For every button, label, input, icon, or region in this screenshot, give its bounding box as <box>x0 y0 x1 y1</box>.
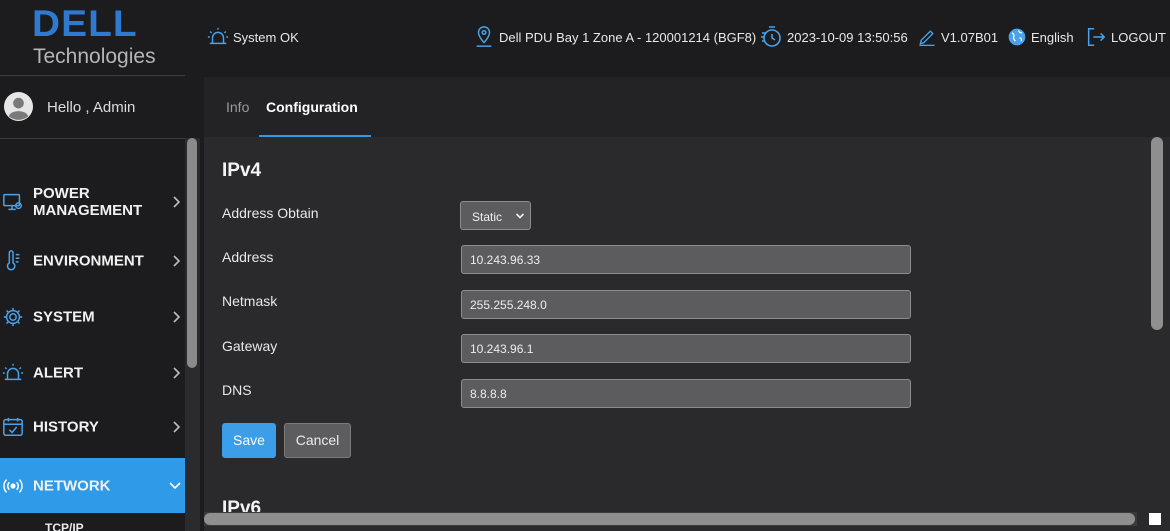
device-location: Dell PDU Bay 1 Zone A - 120001214 (BGF8) <box>473 25 756 49</box>
sidebar-item-label: ALERT <box>33 364 83 382</box>
dns-label: DNS <box>222 382 252 398</box>
firmware-version-text: V1.07B01 <box>941 29 999 45</box>
scroll-corner <box>1149 513 1161 525</box>
chevron-right-icon <box>173 255 181 267</box>
device-datetime: 2023-10-09 13:50:56 <box>759 25 908 49</box>
brand-name: DELL <box>32 3 138 44</box>
sidebar-item-label: ENVIRONMENT <box>33 252 144 270</box>
sidebar: DELL Technologies Hello , Admin POWER MA… <box>0 0 185 531</box>
gear-icon <box>3 307 23 327</box>
device-datetime-text: 2023-10-09 13:50:56 <box>787 29 908 45</box>
sidebar-scrollbar[interactable] <box>185 138 200 531</box>
active-tab-indicator <box>259 135 371 137</box>
config-panel: Info Configuration IPv4 Address Obtain S… <box>204 77 1170 531</box>
broadcast-icon <box>3 478 23 493</box>
gateway-label: Gateway <box>222 338 278 354</box>
gateway-input[interactable] <box>461 334 911 363</box>
chevron-down-icon <box>515 213 525 219</box>
alarm-light-icon <box>2 363 24 381</box>
vertical-scrollbar-thumb[interactable] <box>1151 137 1163 330</box>
language-selector[interactable]: English <box>1007 25 1074 49</box>
system-status: System OK <box>207 25 299 49</box>
netmask-label: Netmask <box>222 293 278 309</box>
tab-configuration[interactable]: Configuration <box>266 77 358 137</box>
horizontal-scrollbar[interactable] <box>204 512 1137 526</box>
sidebar-item-label: HISTORY <box>33 418 99 436</box>
alarm-light-icon <box>207 27 229 45</box>
dns-input[interactable] <box>461 379 911 408</box>
sidebar-item-label: NETWORK <box>33 477 111 494</box>
language-text: English <box>1031 29 1074 45</box>
logout-button[interactable]: LOGOUT <box>1085 25 1166 49</box>
address-label: Address <box>222 249 274 265</box>
dell-logo[interactable]: DELL Technologies <box>0 0 185 76</box>
sidebar-subitem-tcpip[interactable]: TCP/IP <box>45 521 84 531</box>
sidebar-item-system[interactable]: SYSTEM <box>0 290 185 344</box>
device-location-text: Dell PDU Bay 1 Zone A - 120001214 (BGF8) <box>499 29 757 45</box>
address-obtain-label: Address Obtain <box>222 205 319 221</box>
sidebar-item-label: SYSTEM <box>33 308 95 326</box>
thermometer-icon <box>6 250 20 271</box>
location-pin-icon <box>476 26 492 47</box>
calendar-check-icon <box>3 417 23 436</box>
user-avatar-icon[interactable] <box>3 91 34 122</box>
logout-label: LOGOUT <box>1111 29 1166 45</box>
tab-info[interactable]: Info <box>226 77 249 137</box>
top-bar: System OK Dell PDU Bay 1 Zone A - 120001… <box>200 0 1170 76</box>
sidebar-item-network[interactable]: NETWORK <box>0 458 185 513</box>
logout-icon <box>1087 28 1106 46</box>
cancel-button[interactable]: Cancel <box>284 423 351 458</box>
firmware-version: V1.07B01 <box>917 25 998 49</box>
address-obtain-select[interactable]: Static <box>460 201 531 230</box>
user-greeting: Hello , Admin <box>47 99 136 116</box>
sidebar-item-alert[interactable]: ALERT <box>0 346 185 400</box>
chevron-down-icon <box>169 481 181 489</box>
chevron-right-icon <box>173 311 181 323</box>
sidebar-item-power-management[interactable]: POWER MANAGEMENT <box>0 175 185 229</box>
address-input[interactable] <box>461 245 911 274</box>
chevron-right-icon <box>173 196 181 208</box>
vertical-scrollbar[interactable] <box>1150 137 1166 531</box>
chevron-right-icon <box>173 367 181 379</box>
system-status-text: System OK <box>233 29 299 45</box>
user-panel: Hello , Admin <box>0 77 185 139</box>
brand-subtitle: Technologies <box>33 45 156 68</box>
netmask-input[interactable] <box>461 290 911 319</box>
sidebar-item-environment[interactable]: ENVIRONMENT <box>0 234 185 288</box>
pencil-icon <box>919 30 935 46</box>
horizontal-scrollbar-thumb[interactable] <box>204 513 1135 525</box>
sidebar-item-label: POWER MANAGEMENT <box>33 185 143 219</box>
ipv4-section-title: IPv4 <box>222 160 262 181</box>
address-obtain-value: Static <box>472 210 503 224</box>
sidebar-scrollbar-thumb[interactable] <box>187 138 197 368</box>
tab-bar: Info Configuration <box>204 77 1170 137</box>
monitor-icon <box>3 193 22 211</box>
save-button[interactable]: Save <box>222 423 276 458</box>
sidebar-item-history[interactable]: HISTORY <box>0 400 185 454</box>
globe-icon <box>1008 28 1026 46</box>
chevron-right-icon <box>173 421 181 433</box>
stopwatch-icon <box>761 26 781 47</box>
